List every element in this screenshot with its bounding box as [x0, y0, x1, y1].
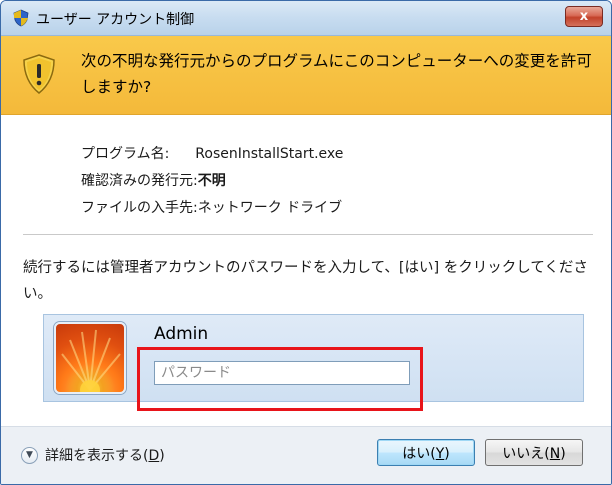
program-details: プログラム名: RosenInstallStart.exe 確認済みの発行元:不明… — [81, 141, 343, 222]
user-avatar — [54, 322, 126, 394]
yes-label: はい(Y) — [402, 445, 450, 462]
username: Admin — [154, 324, 209, 344]
title-bar: ユーザー アカウント制御 x — [1, 1, 611, 36]
warning-banner: 次の不明な発行元からのプログラムにこのコンピューターへの変更を許可しますか? — [1, 36, 611, 115]
chevron-down-icon: ▼ — [21, 446, 38, 464]
flower-icon — [61, 329, 121, 392]
password-input[interactable] — [154, 361, 410, 385]
file-origin-value: ネットワーク ドライブ — [197, 200, 343, 216]
instruction-text: 続行するには管理者アカウントのパスワードを入力して、[はい] をクリックしてくだ… — [23, 260, 588, 302]
dialog-footer: ▼ 詳細を表示する(D) はい(Y) いいえ(N) — [1, 426, 611, 484]
program-name-label: プログラム名: — [81, 146, 170, 162]
uac-dialog: ユーザー アカウント制御 x 次の不明な発行元からのプログラムにこのコンピュータ… — [0, 0, 612, 485]
file-origin-row: ファイルの入手先:ネットワーク ドライブ — [81, 195, 343, 222]
warning-shield-icon — [23, 54, 55, 94]
publisher-value: 不明 — [197, 173, 226, 189]
publisher-label: 確認済みの発行元: — [81, 173, 198, 189]
program-name-value: RosenInstallStart.exe — [195, 146, 344, 162]
show-details-toggle[interactable]: ▼ 詳細を表示する(D) — [21, 445, 165, 465]
show-details-label: 詳細を表示する(D) — [45, 448, 165, 464]
no-label: いいえ(N) — [502, 445, 566, 462]
file-origin-label: ファイルの入手先: — [81, 200, 198, 216]
close-icon: x — [579, 9, 589, 24]
no-button[interactable]: いいえ(N) — [485, 439, 583, 466]
window-title: ユーザー アカウント制御 — [36, 12, 195, 28]
uac-shield-icon — [13, 9, 29, 27]
program-name-row: プログラム名: RosenInstallStart.exe — [81, 141, 343, 168]
publisher-row: 確認済みの発行元:不明 — [81, 168, 343, 195]
separator — [23, 234, 593, 235]
yes-button[interactable]: はい(Y) — [377, 439, 475, 466]
credential-tile: Admin — [43, 314, 584, 402]
close-button[interactable]: x — [565, 6, 603, 27]
banner-message: 次の不明な発行元からのプログラムにこのコンピューターへの変更を許可しますか? — [81, 52, 592, 96]
